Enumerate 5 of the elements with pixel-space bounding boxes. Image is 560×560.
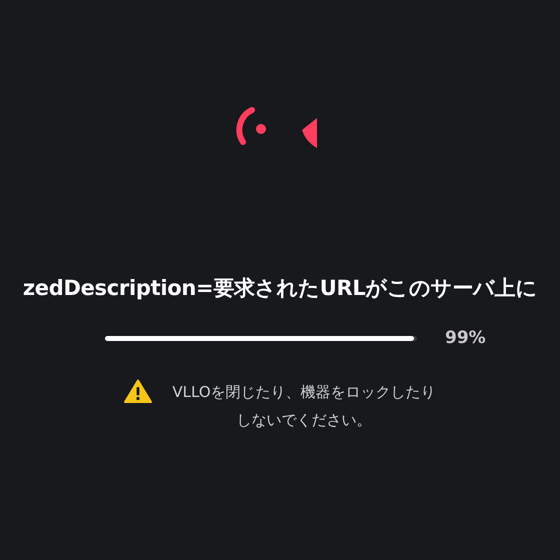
warning-text-line: しないでください。 xyxy=(236,410,372,431)
warning-text-line: VLLOを閉じたり、機器をロックしたり xyxy=(172,382,436,403)
progress-percent: 99% xyxy=(445,328,487,348)
warning-icon xyxy=(124,379,152,403)
status-message: zedDescription=要求されたURLがこのサーバ上に xyxy=(22,275,538,302)
